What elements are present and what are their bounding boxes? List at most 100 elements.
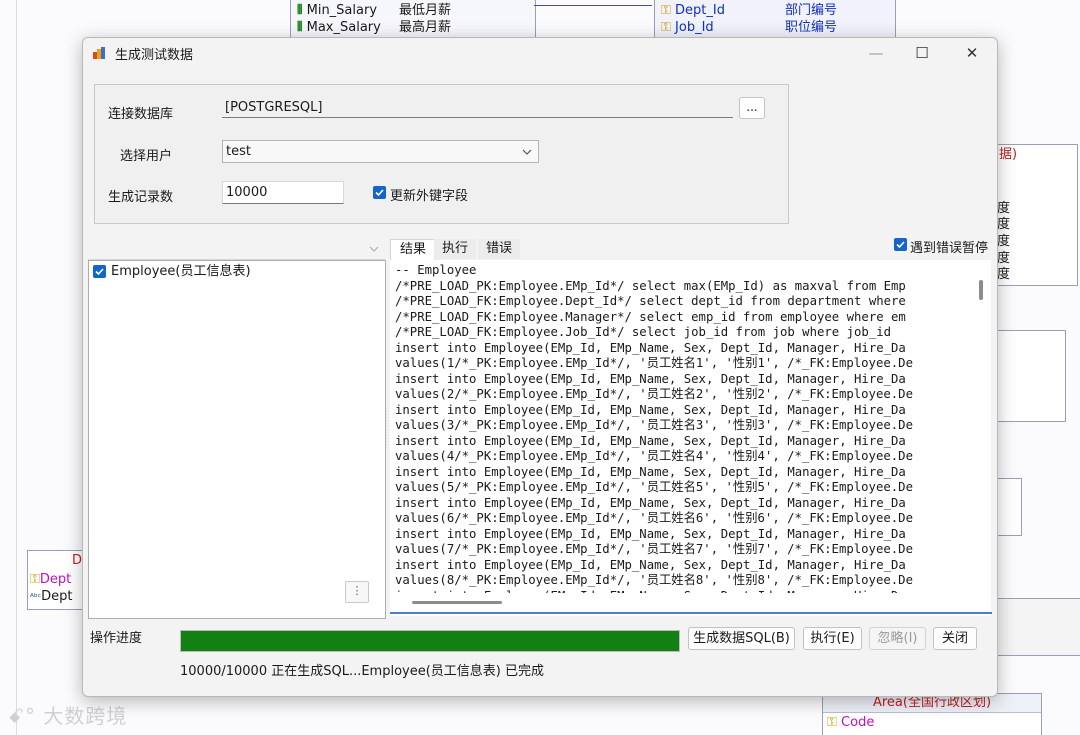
er-field-row: ⫴ Min_Salary 最低月薪 (297, 3, 451, 19)
sql-line: values(6/*_PK:Employee.EMp_Id*/, '员工姓名6'… (395, 511, 913, 525)
sql-line: /*PRE_LOAD_FK:Employee.Manager*/ select … (395, 309, 906, 324)
app-icon (93, 47, 105, 59)
sql-line: insert into Employee(EMp_Id, EMp_Name, S… (395, 340, 906, 355)
update-fk-label: 更新外键字段 (390, 189, 469, 204)
sql-line: values(1/*_PK:Employee.EMp_Id*/, '员工姓名1'… (395, 356, 913, 370)
sql-line: values(7/*_PK:Employee.EMp_Id*/, '员工姓名7'… (395, 542, 913, 556)
er-field-comment: 最高月薪 (399, 20, 452, 35)
ignore-button[interactable]: 忽略(I) (869, 627, 926, 650)
sql-line: insert into Employee(EMp_Id, EMp_Name, S… (395, 557, 906, 572)
checkmark-icon (896, 241, 905, 249)
er-field-comment: 度 (997, 234, 1011, 249)
browse-connection-button[interactable]: ... (739, 97, 765, 119)
er-table-right-fragment-2[interactable] (994, 330, 1066, 422)
er-table-right-fragment[interactable]: 据) 度 度 度 度 度 (990, 144, 1078, 286)
key-icon: ⚿ (661, 20, 671, 35)
generate-sql-button[interactable]: 生成数据SQL(B) (688, 627, 795, 650)
sql-output-underline (390, 612, 992, 614)
text-type-icon: ᴬᵇᶜ (30, 593, 42, 603)
status-text: 10000/10000 正在生成SQL...Employee(员工信息表) 已完… (180, 664, 545, 679)
er-field-comment: 度 (997, 267, 1011, 282)
minimize-button[interactable]: — (853, 38, 899, 68)
sql-line: insert into Employee(EMp_Id, EMp_Name, S… (395, 464, 906, 479)
table-list[interactable]: Employee(员工信息表) ⋮ (88, 260, 386, 619)
maximize-button[interactable]: ☐ (899, 38, 945, 68)
er-field-name: Dept_Id (675, 3, 725, 18)
er-table-job[interactable]: ⫴ Min_Salary 最低月薪 ⫴ Max_Salary 最高月薪 (290, 0, 536, 40)
er-relation-line (534, 5, 652, 6)
key-icon: ⚿ (661, 3, 671, 18)
er-table-area[interactable]: Area(全国行政区划) ⚿ Code (822, 693, 1042, 735)
stop-on-error-checkbox[interactable] (894, 238, 907, 251)
er-field-name: Code (841, 715, 875, 730)
sql-line: /*PRE_LOAD_PK:Employee.EMp_Id*/ select m… (395, 278, 906, 293)
connection-label: 连接数据库 (108, 107, 174, 122)
er-field-comment: 度 (997, 201, 1011, 216)
checkmark-icon (95, 268, 104, 276)
user-select[interactable]: test (222, 140, 539, 163)
er-table-right-fragment-4[interactable] (994, 598, 1080, 656)
table-item-checkbox[interactable] (93, 265, 106, 278)
table-item-label: Employee(员工信息表) (111, 264, 251, 279)
er-table-title: 据) (999, 147, 1018, 162)
tab-execute[interactable]: 执行 (434, 239, 476, 259)
splitter-handle[interactable] (385, 408, 387, 448)
er-field-comment: 度 (997, 217, 1011, 232)
er-field-comment: 部门编号 (785, 3, 838, 18)
update-fk-checkbox[interactable] (373, 186, 386, 199)
column-icon: ⫴ (297, 20, 303, 35)
er-field-name: Job_Id (675, 20, 714, 35)
er-field-row: ⫴ Max_Salary 最高月薪 (297, 20, 451, 36)
execute-button[interactable]: 执行(E) (803, 627, 862, 650)
connection-field[interactable]: [POSTGRESQL] (222, 97, 733, 118)
sql-line: values(4/*_PK:Employee.EMp_Id*/, '员工姓名4'… (395, 449, 913, 463)
generate-test-data-dialog: 生成测试数据 — ☐ ✕ 连接数据库 [POSTGRESQL] ... 选择用户… (82, 37, 998, 697)
sql-line: values(3/*_PK:Employee.EMp_Id*/, '员工姓名3'… (395, 418, 913, 432)
sql-line: -- Employee (395, 263, 477, 277)
sql-line: insert into Employee(EMp_Id, EMp_Name, S… (395, 495, 906, 510)
er-table-employee-job[interactable]: ⚿ Dept_Id 部门编号 ⚿ Job_Id 职位编号 (654, 0, 896, 40)
canvas-divider (16, 0, 17, 735)
close-window-button[interactable]: ✕ (949, 38, 995, 68)
er-table-left-fragment[interactable]: D ⚿Dept ᴬᵇᶜDept (27, 550, 85, 610)
vertical-scrollbar[interactable] (979, 280, 983, 300)
record-count-input[interactable]: 10000 (222, 181, 344, 204)
progress-label: 操作进度 (90, 631, 143, 646)
progress-bar-fill (181, 631, 679, 651)
watermark: ꗃ° 大数跨境 (8, 700, 127, 729)
column-icon: ⫴ (297, 3, 303, 18)
user-select-value: test (226, 144, 251, 159)
sql-output-text[interactable]: -- Employee/*PRE_LOAD_PK:Employee.EMp_Id… (395, 263, 971, 593)
er-field-comment: 度 (997, 251, 1011, 266)
watermark-text: 大数跨境 (43, 704, 128, 728)
close-button[interactable]: 关闭 (933, 627, 977, 650)
sql-line: values(5/*_PK:Employee.EMp_Id*/, '员工姓名5'… (395, 480, 913, 494)
sql-line: insert into Employee(EMp_Id, EMp_Name, S… (395, 589, 971, 594)
stop-on-error-label: 遇到错误暂停 (910, 241, 989, 256)
er-field-comment: 最低月薪 (399, 3, 452, 18)
dialog-titlebar[interactable]: 生成测试数据 — ☐ ✕ (83, 38, 997, 68)
er-field-comment: 职位编号 (785, 20, 838, 35)
er-field-row: ⚿Dept (30, 572, 71, 588)
sql-line: /*PRE_LOAD_FK:Employee.Job_Id*/ select j… (395, 325, 892, 339)
watermark-logo-icon: ꗃ° (8, 704, 36, 728)
tab-error[interactable]: 错误 (478, 239, 520, 259)
dialog-title: 生成测试数据 (115, 48, 194, 63)
tab-result[interactable]: 结果 (390, 239, 436, 260)
sql-output-panel[interactable]: -- Employee/*PRE_LOAD_PK:Employee.EMp_Id… (390, 260, 991, 616)
chevron-down-icon (522, 149, 532, 155)
chevron-down-icon (369, 246, 379, 252)
er-field-name: Dept (41, 589, 73, 604)
er-field-name: Max_Salary (306, 20, 381, 35)
more-options-button[interactable]: ⋮ (345, 581, 369, 603)
er-field-name: Min_Salary (306, 3, 378, 18)
horizontal-scrollbar[interactable] (412, 601, 502, 604)
sql-line: /*PRE_LOAD_FK:Employee.Dept_Id*/ select … (395, 294, 906, 308)
key-icon: ⚿ (30, 572, 40, 587)
sql-line: values(2/*_PK:Employee.EMp_Id*/, '员工姓名2'… (395, 387, 913, 401)
table-filter-select[interactable] (88, 239, 385, 260)
er-table-title: D (72, 553, 83, 568)
key-icon: ⚿ (827, 715, 837, 730)
er-table-right-fragment-3[interactable] (994, 478, 1022, 536)
checkmark-icon (375, 189, 384, 197)
